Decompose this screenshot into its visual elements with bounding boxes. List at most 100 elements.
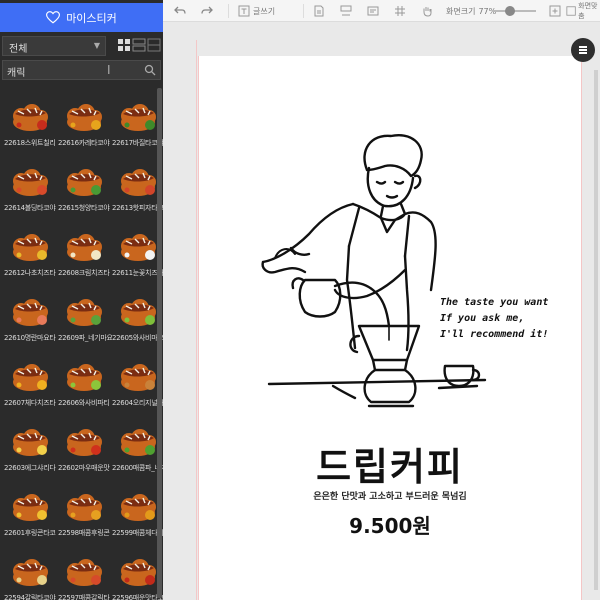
sticker-item[interactable]: 22616카레타코야 [58,92,112,154]
document-button[interactable] [313,4,325,18]
sticker-label: 22610명란마요타 [4,334,56,342]
poster-title[interactable]: 드립커피 [198,436,582,491]
takoyaki-sticker-icon [13,104,48,131]
takoyaki-sticker-icon [121,169,156,196]
takoyaki-sticker-icon [67,364,102,391]
takoyaki-sticker-icon [13,494,48,521]
sticker-item[interactable]: 22615청양타코야 [58,157,112,219]
text-style-button[interactable] [340,4,352,18]
sticker-item[interactable]: 22597매콤갈릭타 [58,547,112,600]
undo-icon [174,6,186,14]
takoyaki-sticker-icon [13,364,48,391]
quote-line: If you ask me, [440,313,525,324]
sticker-item[interactable]: 22612나초치즈타 [4,222,58,284]
sticker-item[interactable]: 22613핫피자타코 [112,157,163,219]
sticker-item[interactable]: 22609파_네기마요 [58,287,112,349]
grid-medium-icon[interactable] [132,38,146,52]
takoyaki-sticker-icon [67,429,102,456]
text-cursor-icon: I [107,63,111,77]
poster-price[interactable]: 9.500원 [198,510,582,539]
heart-icon [46,11,61,24]
text-tool-button[interactable]: 글쓰기 [238,4,275,18]
fit-screen-button[interactable]: 화면맞춤 [566,2,600,20]
redo-button[interactable] [201,4,213,18]
sticker-item[interactable]: 22605와사비마요 [112,287,163,349]
quote-line: I'll recommend it! [440,329,549,340]
text-tool-label: 글쓰기 [253,6,276,16]
hamburger-line [579,46,587,48]
grid-button[interactable] [394,4,406,18]
grid-large-icon[interactable] [117,38,131,52]
search-input[interactable]: 캐릭 [7,64,25,79]
sticker-item[interactable]: 22607체다치즈타 [4,352,58,414]
document-icon [314,5,324,17]
sticker-item[interactable]: 22594갈릭타코야 [4,547,58,600]
sticker-label: 22611눈꽃치즈타 [112,269,163,277]
barista-illustration[interactable] [255,130,495,420]
sticker-label: 22605와사비마요 [112,334,163,342]
sticker-label: 22608크림치즈타 [58,269,110,277]
sticker-label: 22598매콤후링콘 [58,529,110,537]
undo-button[interactable] [174,4,186,18]
sticker-item[interactable]: 22601후링콘타코 [4,482,58,544]
takoyaki-sticker-icon [13,559,48,586]
menu-button[interactable] [571,38,595,62]
sticker-item[interactable]: 22610명란마요타 [4,287,58,349]
sticker-label: 22618스위트칠리 [4,139,56,147]
zoom-slider-handle[interactable] [505,6,515,16]
sticker-label: 22597매콤갈릭타 [58,594,110,600]
quote-line: The taste you want [440,297,549,308]
takoyaki-sticker-icon [67,559,102,586]
canvas-scrollbar[interactable] [594,70,598,590]
takoyaki-sticker-icon [67,234,102,261]
panel-scrollbar[interactable] [157,88,162,598]
takoyaki-sticker-icon [121,299,156,326]
takoyaki-sticker-icon [13,299,48,326]
toolbar-divider [303,4,304,18]
takoyaki-sticker-icon [121,234,156,261]
toolbar-divider [228,4,229,18]
sticker-item[interactable]: 22596매운맛타코 [112,547,163,600]
search-icon[interactable] [144,64,156,76]
grid-icon [395,6,405,16]
redo-icon [201,6,213,14]
image-frame-button[interactable] [367,4,379,18]
sticker-item[interactable]: 22604오리지널타 [112,352,163,414]
zoom-in-button[interactable] [549,4,561,18]
grid-list-icon[interactable] [147,38,161,52]
sticker-item[interactable]: 22606와사비파티 [58,352,112,414]
hand-tool-button[interactable] [421,4,433,18]
fit-screen-icon [566,6,576,16]
hand-icon [423,7,432,17]
sticker-item[interactable]: 22602마우매운맛 [58,417,112,479]
category-select[interactable]: 전체 ▼ [2,36,106,56]
sticker-item[interactable]: 22598매콤후링콘 [58,482,112,544]
takoyaki-sticker-icon [13,169,48,196]
sticker-label: 22607체다치즈타 [4,399,56,407]
takoyaki-sticker-icon [121,429,156,456]
category-value: 전체 [9,44,28,55]
sticker-item[interactable]: 22611눈꽃치즈타 [112,222,163,284]
fit-screen-label: 화면맞춤 [578,2,598,20]
sticker-item[interactable]: 22600매콤파_네기 [112,417,163,479]
sticker-item[interactable]: 22608크림치즈타 [58,222,112,284]
sticker-item[interactable]: 22617바질타코야 [112,92,163,154]
zoom-control: 화면크기 77% [446,4,496,18]
poster-subtitle[interactable]: 은은한 단맛과 고소하고 부드러운 목넘김 [198,489,582,502]
sticker-label: 22594갈릭타코야 [4,594,56,600]
page-guide-line [196,40,197,600]
hamburger-line [579,49,587,51]
quote-text[interactable]: The taste you want If you ask me, I'll r… [440,295,548,343]
takoyaki-sticker-icon [67,299,102,326]
takoyaki-sticker-icon [121,494,156,521]
sticker-label: 22603에그샤리다 [4,464,56,472]
sticker-item[interactable]: 22618스위트칠리 [4,92,58,154]
search-box[interactable]: 캐릭 I [2,60,161,80]
sticker-item[interactable]: 22599매콤체다치 [112,482,163,544]
sticker-item[interactable]: 22614볼딩타코야 [4,157,58,219]
my-sticker-tab[interactable]: 마이스티커 [0,3,163,32]
zoom-label: 화면크기 [446,6,476,16]
sticker-label: 22600매콤파_네기 [112,464,163,472]
takoyaki-sticker-icon [121,364,156,391]
sticker-item[interactable]: 22603에그샤리다 [4,417,58,479]
